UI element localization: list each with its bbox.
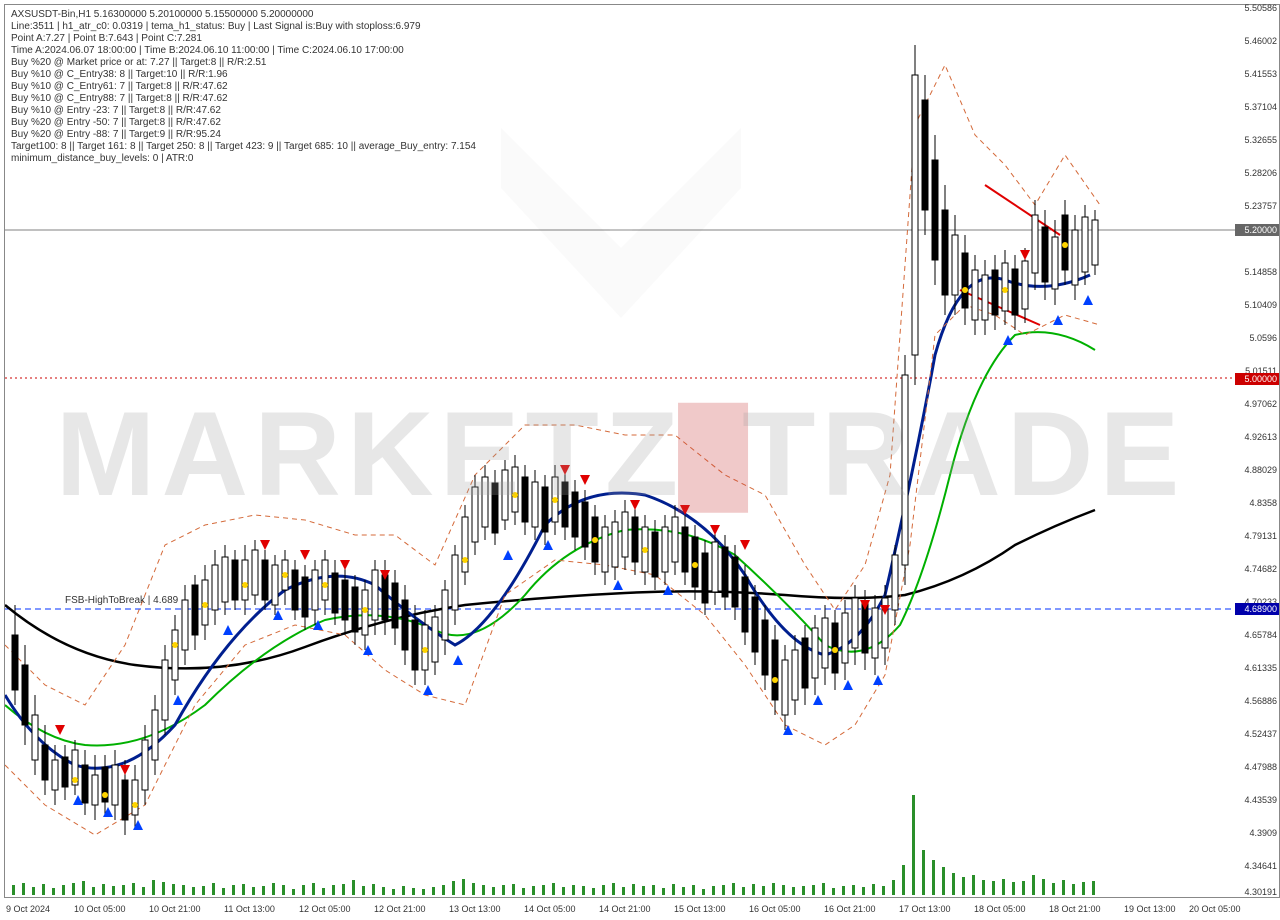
xtick: 18 Oct 05:00 (974, 904, 1026, 914)
ytick: 4.3909 (1249, 828, 1277, 838)
xtick: 15 Oct 13:00 (674, 904, 726, 914)
ytick: 5.14858 (1244, 267, 1277, 277)
x-axis: 9 Oct 2024 10 Oct 05:00 10 Oct 21:00 11 … (4, 896, 1235, 918)
price-tag-fsb: 4.68900 (1235, 603, 1279, 615)
xtick: 20 Oct 05:00 (1189, 904, 1241, 914)
ytick: 4.43539 (1244, 795, 1277, 805)
info-line: Buy %20 @ Market price or at: 7.27 || Ta… (11, 57, 476, 69)
xtick: 14 Oct 05:00 (524, 904, 576, 914)
info-line: Buy %10 @ C_Entry88: 7 || Target:8 || R/… (11, 93, 476, 105)
ytick: 4.56886 (1244, 696, 1277, 706)
plot-area[interactable]: MARKETZTRADE (4, 4, 1237, 898)
xtick: 19 Oct 13:00 (1124, 904, 1176, 914)
xtick: 12 Oct 21:00 (374, 904, 426, 914)
xtick: 9 Oct 2024 (6, 904, 50, 914)
info-line: Buy %10 @ C_Entry38: 8 || Target:10 || R… (11, 69, 476, 81)
fsb-label: FSB-HighToBreak | 4.689 (65, 595, 178, 606)
ytick: 5.10409 (1244, 300, 1277, 310)
xtick: 16 Oct 21:00 (824, 904, 876, 914)
xtick: 13 Oct 13:00 (449, 904, 501, 914)
info-line: Buy %20 @ Entry -50: 7 || Target:8 || R/… (11, 117, 476, 129)
info-line: Buy %10 @ C_Entry61: 7 || Target:8 || R/… (11, 81, 476, 93)
info-line: Target100: 8 || Target 161: 8 || Target … (11, 141, 476, 153)
ytick: 5.37104 (1244, 102, 1277, 112)
xtick: 10 Oct 21:00 (149, 904, 201, 914)
ytick: 5.0596 (1249, 333, 1277, 343)
info-overlay: AXSUSDT-Bin,H1 5.16300000 5.20100000 5.1… (11, 9, 476, 165)
info-line: Line:3511 | h1_atr_c0: 0.0319 | tema_h1_… (11, 21, 476, 33)
chart-container[interactable]: MARKETZTRADE (0, 0, 1280, 920)
info-line: Buy %10 @ Entry -23: 7 || Target:8 || R/… (11, 105, 476, 117)
info-line: Time A:2024.06.07 18:00:00 | Time B:2024… (11, 45, 476, 57)
xtick: 17 Oct 13:00 (899, 904, 951, 914)
watermark-logo-icon (461, 68, 781, 388)
price-tag-current: 5.20000 (1235, 224, 1279, 236)
xtick: 16 Oct 05:00 (749, 904, 801, 914)
info-line: Point A:7.27 | Point B:7.643 | Point C:7… (11, 33, 476, 45)
y-axis: 5.50586 5.46002 5.41553 5.37104 5.32655 … (1235, 4, 1280, 898)
ytick: 5.23757 (1244, 201, 1277, 211)
ytick: 5.46002 (1244, 36, 1277, 46)
ytick: 4.52437 (1244, 729, 1277, 739)
ytick: 4.34641 (1244, 861, 1277, 871)
xtick: 18 Oct 21:00 (1049, 904, 1101, 914)
ytick: 4.74682 (1244, 564, 1277, 574)
price-tag-alert: 5.00000 (1235, 373, 1279, 385)
ytick: 4.97062 (1244, 399, 1277, 409)
ytick: 4.88029 (1244, 465, 1277, 475)
info-line: minimum_distance_buy_levels: 0 | ATR:0 (11, 153, 476, 165)
ytick: 4.79131 (1244, 531, 1277, 541)
ytick: 4.65784 (1244, 630, 1277, 640)
info-line: Buy %20 @ Entry -88: 7 || Target:9 || R/… (11, 129, 476, 141)
xtick: 11 Oct 13:00 (224, 904, 275, 914)
ytick: 4.92613 (1244, 432, 1277, 442)
ytick: 5.50586 (1244, 3, 1277, 13)
ytick: 5.28206 (1244, 168, 1277, 178)
info-line: AXSUSDT-Bin,H1 5.16300000 5.20100000 5.1… (11, 9, 476, 21)
ytick: 4.47988 (1244, 762, 1277, 772)
ytick: 5.41553 (1244, 69, 1277, 79)
ytick: 4.61335 (1244, 663, 1277, 673)
ytick: 4.30191 (1244, 887, 1277, 897)
ytick: 4.8358 (1249, 498, 1277, 508)
xtick: 12 Oct 05:00 (299, 904, 351, 914)
xtick: 14 Oct 21:00 (599, 904, 651, 914)
ytick: 5.32655 (1244, 135, 1277, 145)
xtick: 10 Oct 05:00 (74, 904, 126, 914)
